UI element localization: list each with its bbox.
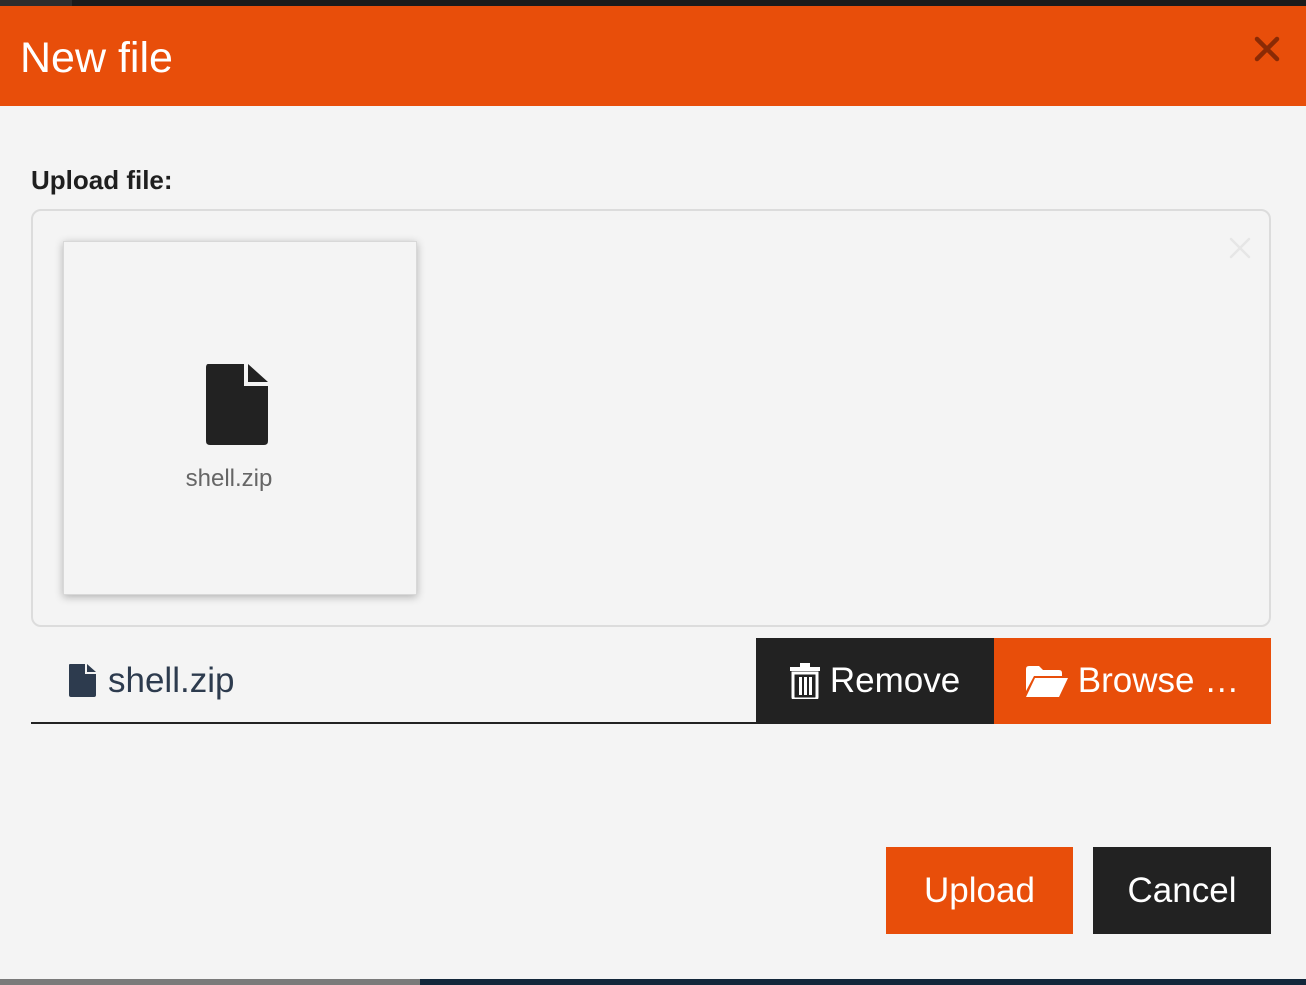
close-button[interactable] [1250,32,1284,66]
selected-file-caption: shell.zip [31,638,756,724]
browse-button[interactable]: Browse … [994,638,1271,724]
cancel-button[interactable]: Cancel [1093,847,1271,934]
preview-file-name: shell.zip [185,465,273,492]
remove-button[interactable]: Remove [756,638,994,724]
clear-preview-button[interactable] [1227,235,1253,261]
background-strip-segment [0,979,420,985]
selected-file-name: shell.zip [108,661,235,700]
close-icon [1254,36,1280,62]
file-drop-zone[interactable]: shell.zip [31,209,1271,627]
background-strip-bottom [0,979,1306,985]
close-icon [1229,237,1251,259]
modal-header: New file [0,6,1306,106]
file-icon [206,364,268,445]
remove-button-label: Remove [829,661,961,700]
file-icon [69,664,96,697]
trash-icon [789,663,820,699]
folder-open-icon [1025,666,1068,697]
upload-button[interactable]: Upload [886,847,1073,934]
upload-file-label: Upload file: [31,165,173,195]
browse-button-label: Browse … [1077,661,1240,700]
modal-title: New file [20,34,173,82]
file-preview-thumbnail: shell.zip [63,241,417,595]
